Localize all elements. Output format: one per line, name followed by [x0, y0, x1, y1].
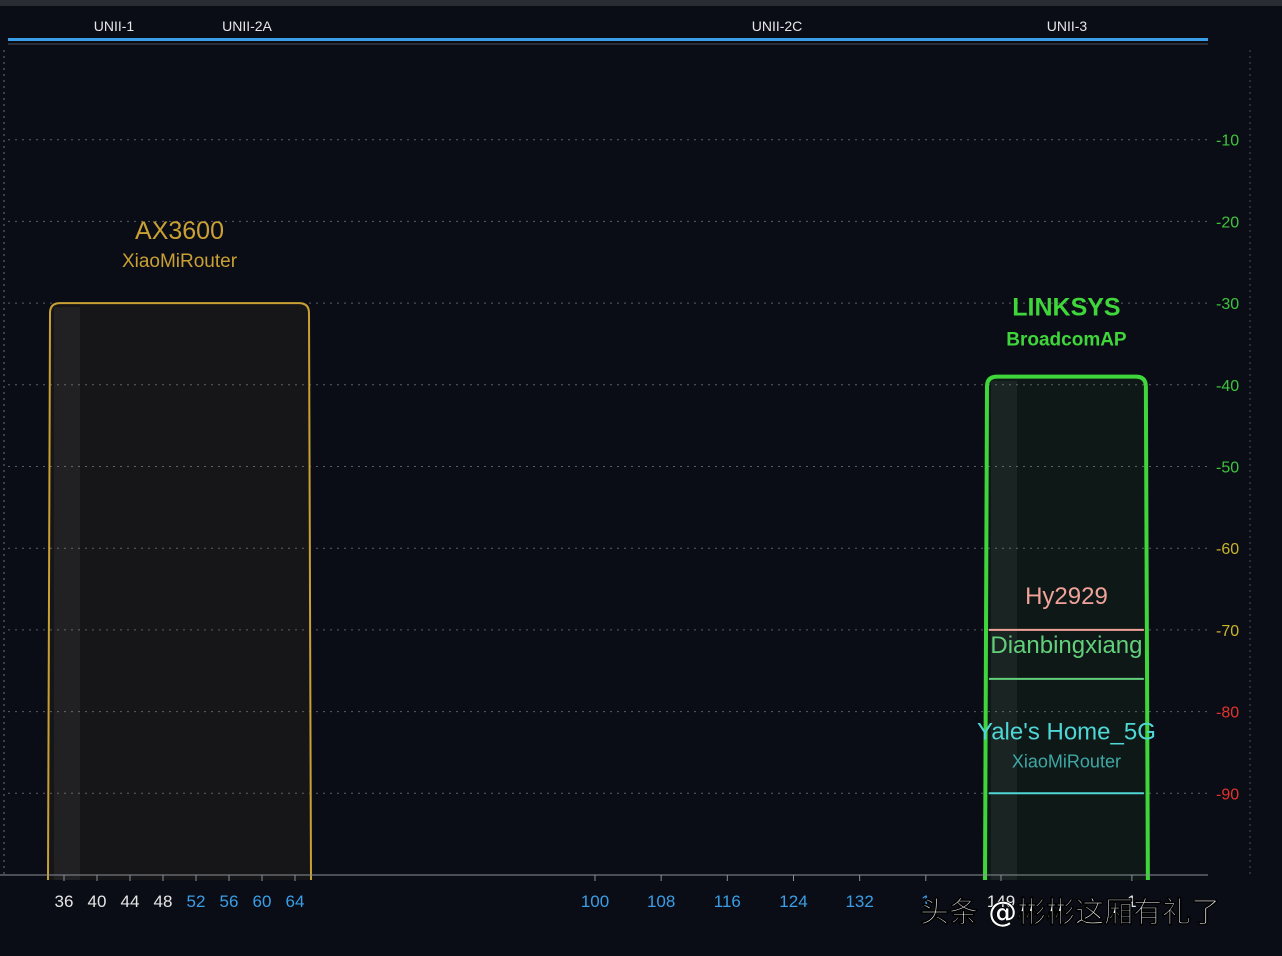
x-tick-label: 100 [581, 892, 609, 911]
x-tick-label: 56 [220, 892, 239, 911]
y-tick-label: -30 [1216, 296, 1239, 313]
wifi-channel-chart: UNII-1 UNII-2A UNII-2C UNII-3 -10 -20 -30 -… [0, 0, 1282, 956]
y-tick-label: -90 [1216, 786, 1239, 803]
x-tick-label: 124 [779, 892, 807, 911]
band-label-unii-3: UNII-3 [1047, 18, 1088, 34]
network-vendor: XiaoMiRouter [122, 251, 238, 272]
network-ssid: Hy2929 [1025, 583, 1108, 610]
band-label-unii-1: UNII-1 [94, 18, 135, 34]
band-label-unii-2c: UNII-2C [752, 18, 803, 34]
x-tick-label: 108 [647, 892, 675, 911]
x-tick-label: 48 [154, 892, 173, 911]
network-vendor: BroadcomAP [1006, 330, 1127, 351]
y-tick-label: -60 [1216, 541, 1239, 558]
primary-channel-highlight [54, 307, 80, 881]
y-tick-label: -40 [1216, 378, 1239, 395]
network-band-area [48, 303, 311, 881]
band-label-unii-2a: UNII-2A [222, 18, 272, 34]
network-ax3600: AX3600 XiaoMiRouter [47, 217, 312, 881]
network-ssid: AX3600 [135, 217, 224, 245]
band-header-bar [8, 38, 1208, 41]
y-tick-label: -70 [1216, 623, 1239, 640]
y-tick-label: -20 [1216, 214, 1239, 231]
network-ssid: Dianbingxiang [990, 632, 1142, 659]
x-tick-label: 52 [187, 892, 206, 911]
x-tick-label: 132 [845, 892, 873, 911]
x-tick-label: 44 [121, 892, 140, 911]
y-tick-label: -10 [1216, 133, 1239, 150]
x-tick-label: 40 [88, 892, 107, 911]
y-tick-label: -50 [1216, 460, 1239, 477]
network-vendor: XiaoMiRouter [1012, 751, 1121, 771]
x-tick-label: 60 [253, 892, 272, 911]
x-tick-label: 64 [286, 892, 305, 911]
network-ssid: LINKSYS [1012, 294, 1120, 322]
x-tick-label: 36 [55, 892, 74, 911]
network-ssid: Yale's Home_5G [977, 718, 1156, 745]
y-tick-label: -80 [1216, 705, 1239, 722]
watermark: 头条 @彬彬这厢有礼了 [920, 895, 1220, 929]
x-tick-label: 116 [714, 892, 741, 911]
top-strip [0, 0, 1282, 6]
